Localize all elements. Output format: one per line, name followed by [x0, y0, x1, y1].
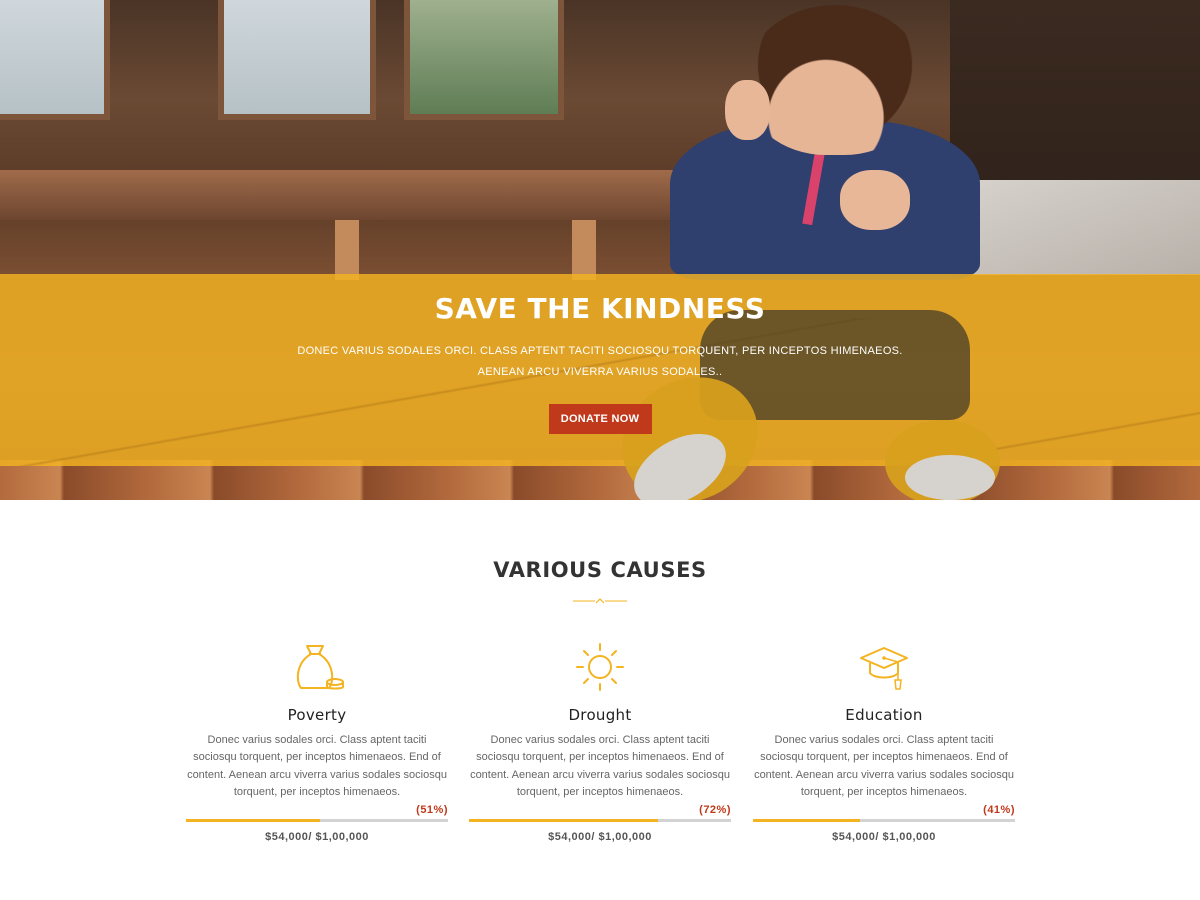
cause-description: Donec varius sodales orci. Class aptent … [754, 734, 1014, 799]
cause-description: Donec varius sodales orci. Class aptent … [470, 734, 730, 799]
hero-bench-leg [572, 220, 596, 280]
cause-card-poverty: Poverty Donec varius sodales orci. Class… [186, 640, 448, 843]
hero-bench [0, 170, 760, 220]
cause-progress-fill [186, 818, 320, 822]
cause-amount: $54,000/ $1,00,000 [548, 830, 652, 843]
cause-percent: (72%) [699, 803, 731, 816]
donate-now-button[interactable]: DONATE NOW [548, 404, 652, 434]
graduation-cap-icon [860, 647, 908, 690]
cause-description: Donec varius sodales orci. Class aptent … [187, 734, 447, 799]
cause-progress-fill [753, 818, 861, 822]
hero-bench-leg [335, 220, 359, 280]
hero-window [0, 0, 110, 120]
cause-progress-bar [186, 818, 448, 822]
cause-card-drought: Drought Donec varius sodales orci. Class… [469, 640, 731, 843]
hero-window [218, 0, 376, 120]
money-bag-icon [296, 645, 344, 690]
cause-title: Education [845, 706, 923, 724]
hero-subtitle: DONEC VARIUS SODALES ORCI. CLASS APTENT … [297, 345, 903, 378]
cause-progress-bar [469, 818, 731, 822]
hero-window [404, 0, 564, 120]
hero-section: SAVE THE KINDNESS DONEC VARIUS SODALES O… [0, 0, 1200, 500]
title-divider-icon [573, 598, 627, 604]
section-title: VARIOUS CAUSES [493, 558, 707, 582]
hero-child-hand [840, 170, 910, 230]
cause-card-education: Education Donec varius sodales orci. Cla… [753, 640, 1015, 843]
cause-percent: (41%) [983, 803, 1015, 816]
hero-title: SAVE THE KINDNESS [434, 292, 766, 325]
hero-child-hand [725, 80, 770, 140]
cause-progress-fill [469, 818, 658, 822]
hero-child-head [745, 5, 925, 155]
cause-amount: $54,000/ $1,00,000 [265, 830, 369, 843]
sun-icon [576, 643, 624, 691]
hero-child-sole [905, 455, 995, 500]
cause-percent: (51%) [416, 803, 448, 816]
cause-title: Poverty [287, 706, 347, 724]
cause-title: Drought [568, 706, 632, 724]
cause-progress-bar [753, 818, 1015, 822]
cause-amount: $54,000/ $1,00,000 [832, 830, 936, 843]
hero-background-floor [960, 180, 1200, 275]
hero-wooden-floor [0, 460, 1200, 500]
hero-content: SAVE THE KINDNESS DONEC VARIUS SODALES O… [0, 292, 1200, 434]
